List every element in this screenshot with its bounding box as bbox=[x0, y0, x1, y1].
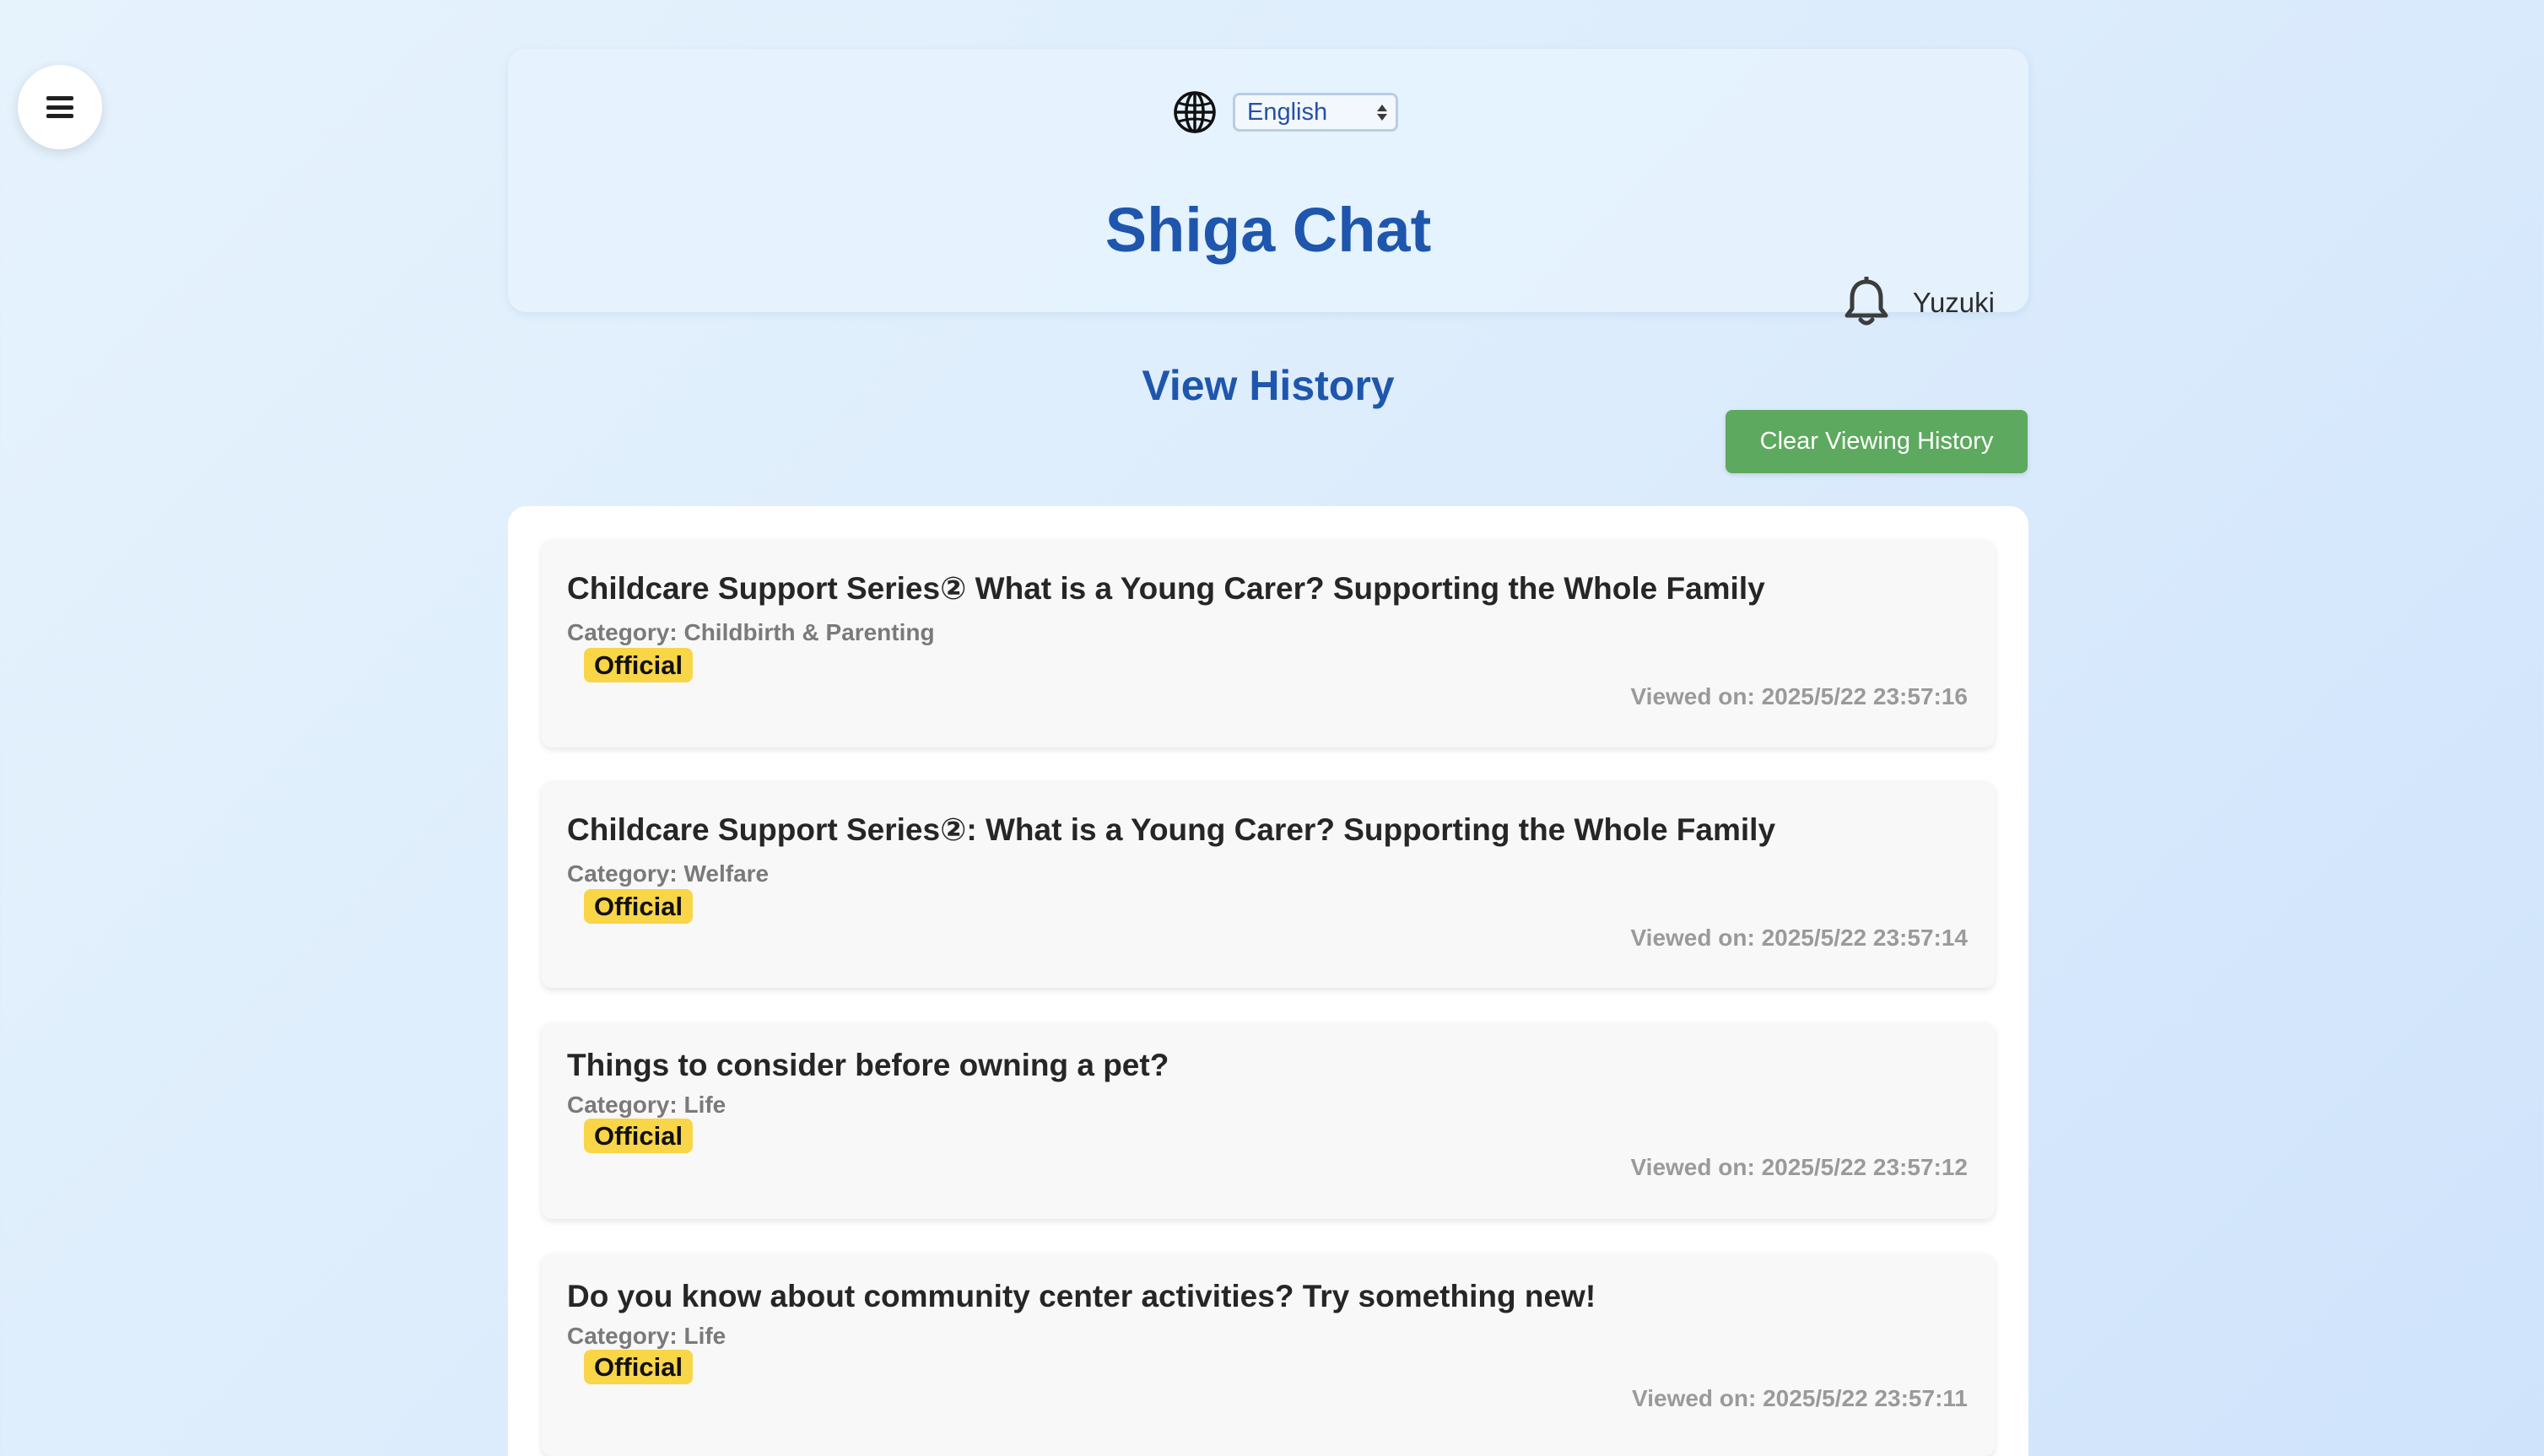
username[interactable]: Yuzuki bbox=[1913, 287, 1995, 319]
history-item-category: Category: Life bbox=[567, 1323, 726, 1349]
history-item-category: Category: Life bbox=[567, 1092, 726, 1118]
history-item[interactable]: Childcare Support Series② What is a Youn… bbox=[542, 540, 1995, 747]
language-selector-row: English bbox=[508, 89, 2028, 135]
official-badge: Official bbox=[584, 648, 694, 683]
history-item[interactable]: Do you know about community center activ… bbox=[542, 1254, 1995, 1456]
history-item-viewed-time: Viewed on: 2025/5/22 23:57:16 bbox=[1630, 683, 1969, 709]
app-header: English Shiga Chat Yuzuki bbox=[508, 49, 2028, 326]
select-arrows-icon bbox=[1377, 104, 1387, 121]
bell-icon[interactable] bbox=[1842, 277, 1891, 329]
official-badge: Official bbox=[584, 1350, 694, 1385]
history-item[interactable]: Things to consider before owning a pet? … bbox=[542, 1022, 1995, 1219]
history-item-category: Category: Childbirth & Parenting bbox=[567, 619, 935, 645]
language-select[interactable]: English bbox=[1233, 93, 1398, 132]
history-item-title: Childcare Support Series② What is a Youn… bbox=[567, 571, 1765, 606]
official-badge: Official bbox=[584, 1119, 694, 1154]
history-item-viewed-time: Viewed on: 2025/5/22 23:57:14 bbox=[1630, 925, 1969, 951]
page-title: View History bbox=[1142, 362, 1395, 409]
history-item-viewed-time: Viewed on: 2025/5/22 23:57:12 bbox=[1630, 1154, 1969, 1180]
globe-icon bbox=[1174, 91, 1216, 133]
hamburger-menu-icon bbox=[46, 96, 73, 118]
history-item-title: Do you know about community center activ… bbox=[567, 1279, 1596, 1313]
history-item-title: Childcare Support Series②: What is a You… bbox=[567, 812, 1776, 847]
user-area: Yuzuki bbox=[1842, 277, 1995, 329]
clear-viewing-history-button[interactable]: Clear Viewing History bbox=[1726, 410, 2028, 473]
history-item[interactable]: Childcare Support Series②: What is a You… bbox=[542, 781, 1995, 988]
language-select-value: English bbox=[1247, 98, 1328, 126]
history-item-category: Category: Welfare bbox=[567, 860, 770, 887]
history-item-viewed-time: Viewed on: 2025/5/22 23:57:11 bbox=[1632, 1385, 1968, 1411]
history-item-title: Things to consider before owning a pet? bbox=[567, 1048, 1169, 1082]
app-title: Shiga Chat bbox=[1105, 195, 1432, 265]
history-list: Childcare Support Series② What is a Youn… bbox=[508, 506, 2028, 1456]
official-badge: Official bbox=[584, 889, 694, 925]
menu-button[interactable] bbox=[18, 65, 102, 149]
